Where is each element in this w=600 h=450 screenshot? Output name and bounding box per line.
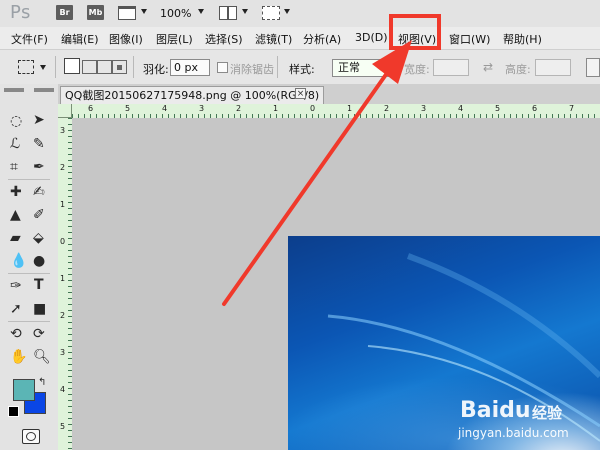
foreground-color-swatch[interactable] — [13, 379, 35, 401]
annotation-arrow — [222, 40, 412, 306]
